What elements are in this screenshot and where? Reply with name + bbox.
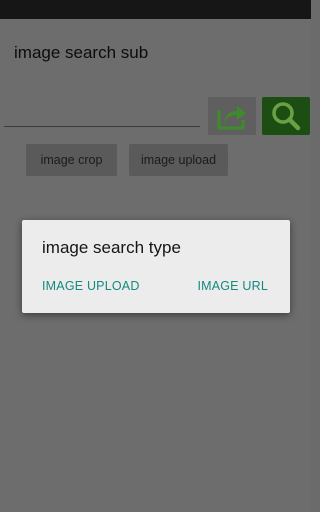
image-upload-button[interactable]: image upload (129, 144, 228, 176)
app-screen: image search sub image crop image upload… (0, 19, 311, 512)
magnifier-icon (272, 102, 301, 131)
image-crop-button[interactable]: image crop (26, 144, 117, 176)
search-input[interactable] (4, 101, 200, 127)
image-search-type-dialog: image search type IMAGE UPLOAD IMAGE URL (22, 220, 290, 313)
search-button[interactable] (262, 97, 310, 135)
status-bar (0, 0, 311, 19)
dialog-title: image search type (42, 238, 181, 257)
share-button[interactable] (208, 97, 256, 135)
title-bar: image search sub (0, 19, 311, 75)
share-icon (217, 106, 246, 130)
app-title: image search sub (14, 43, 149, 62)
dialog-image-upload-button[interactable]: IMAGE UPLOAD (42, 279, 140, 293)
dialog-image-url-button[interactable]: IMAGE URL (197, 279, 268, 293)
